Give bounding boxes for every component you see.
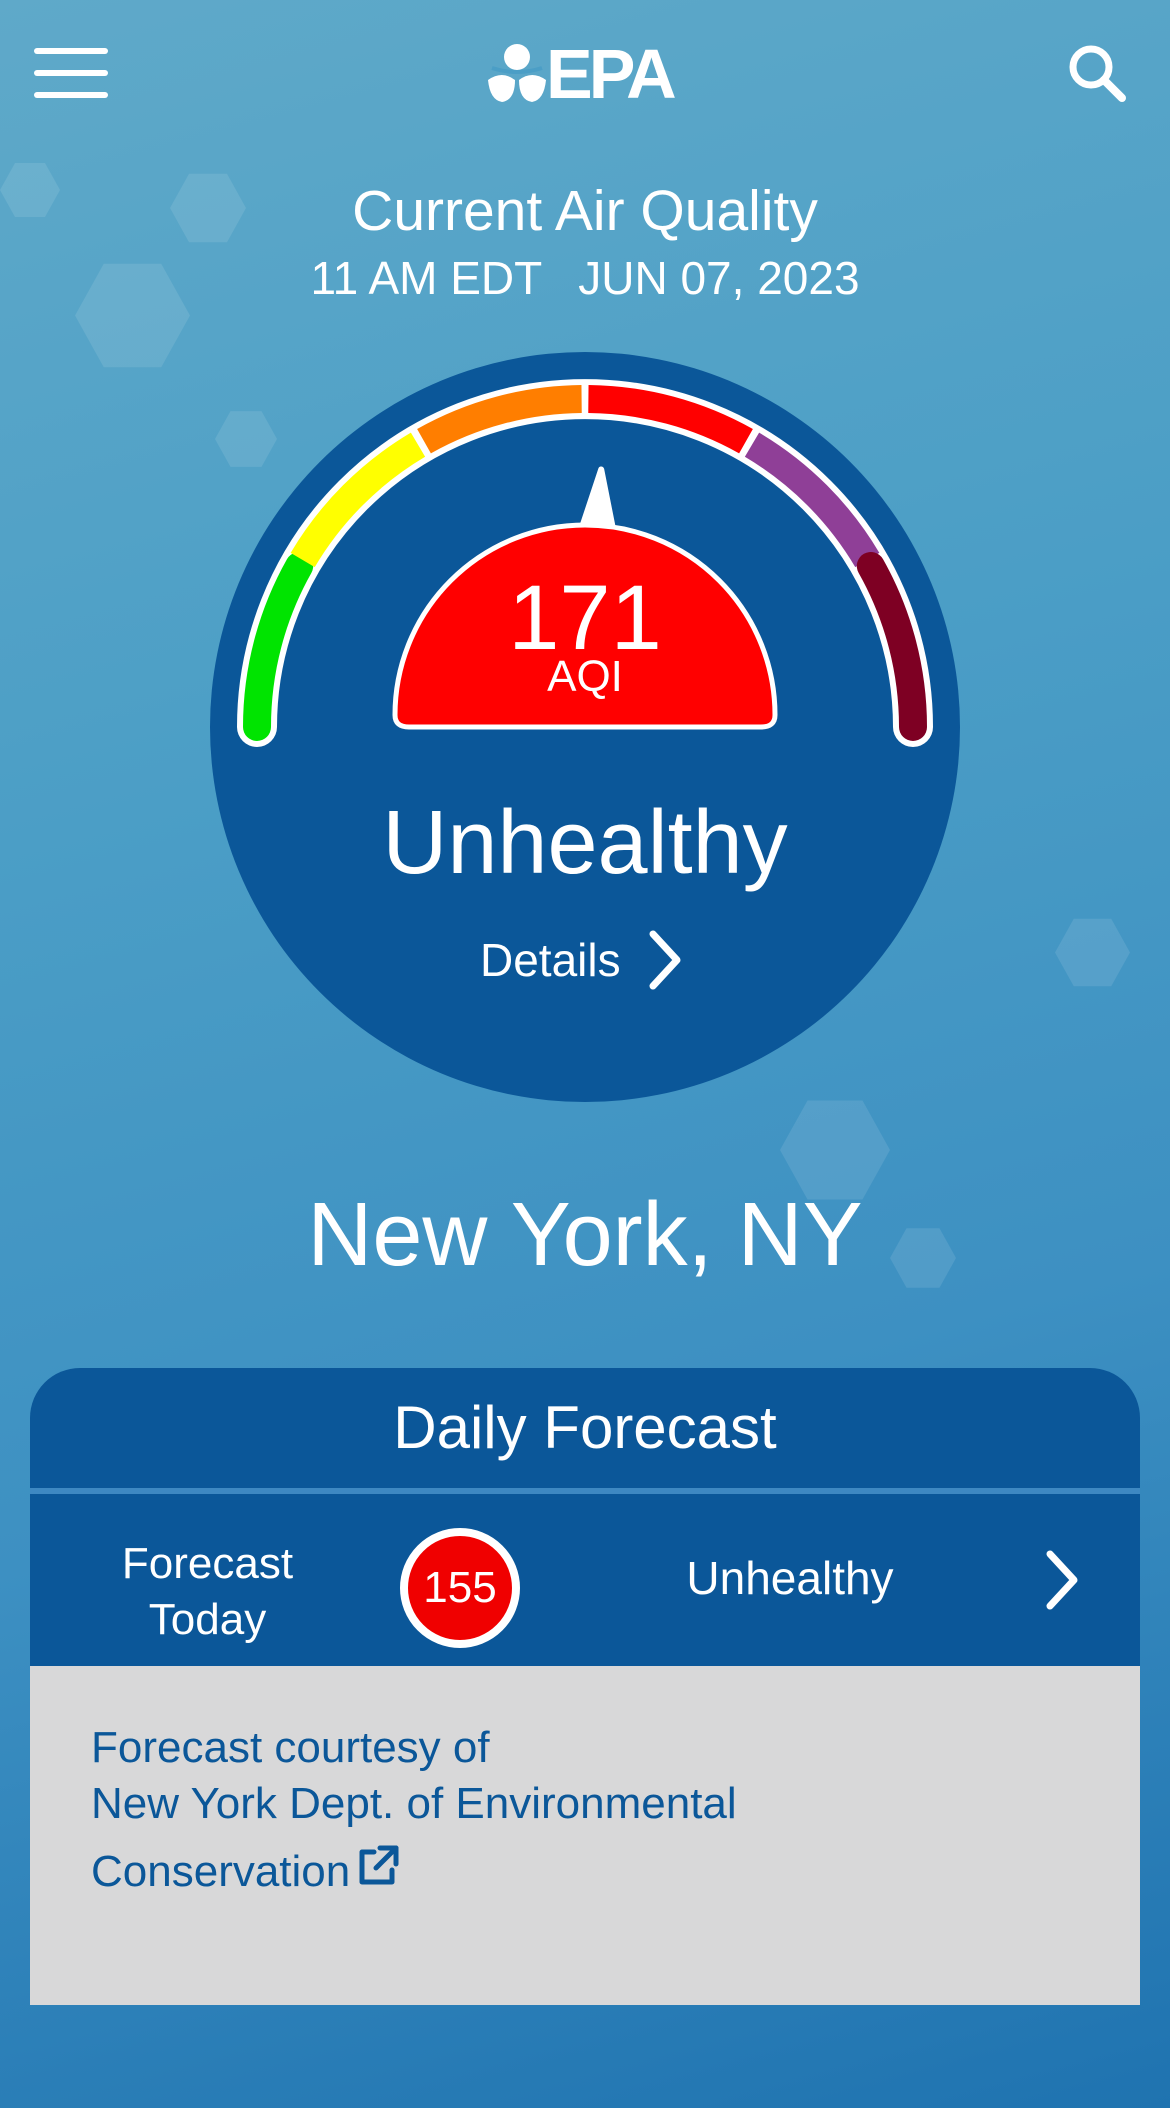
nysdec-link[interactable]: Conservation	[91, 1845, 402, 1896]
aqi-category: Unhealthy	[382, 793, 788, 893]
location-name: New York, NY	[307, 1185, 863, 1285]
details-button[interactable]: Details	[470, 926, 700, 996]
courtesy-line2: New York Dept. of Environmental	[91, 1779, 737, 1828]
courtesy-link-row: Conservation	[91, 1842, 991, 1900]
forecast-category: Unhealthy	[686, 1552, 894, 1604]
chevron-right-icon	[649, 930, 681, 990]
forecast-day-label: Forecast Today	[90, 1536, 325, 1648]
forecast-aqi-value: 155	[423, 1563, 497, 1612]
courtesy-text: Forecast courtesy of New York Dept. of E…	[91, 1720, 991, 1900]
external-link-icon	[359, 1845, 399, 1885]
chevron-right-icon	[1046, 1550, 1078, 1610]
gauge-segment-hazardous	[856, 552, 927, 741]
forecast-courtesy: Forecast courtesy of New York Dept. of E…	[30, 1666, 1140, 2005]
forecast-label-line2: Today	[148, 1595, 267, 1644]
forecast-aqi-badge: 155	[400, 1528, 520, 1648]
daily-forecast-title: Daily Forecast	[393, 1394, 777, 1461]
details-label: Details	[480, 934, 621, 986]
forecast-label-line1: Forecast	[121, 1539, 294, 1588]
courtesy-line1: Forecast courtesy of	[91, 1723, 490, 1772]
courtesy-line3: Conservation	[91, 1847, 351, 1896]
daily-forecast-card: Daily Forecast Forecast Today 155 Unheal…	[30, 1368, 1140, 2005]
gauge-segment-good	[243, 552, 314, 741]
forecast-today-row[interactable]: Forecast Today 155 Unhealthy	[30, 1494, 1140, 1666]
daily-forecast-header: Daily Forecast	[30, 1368, 1140, 1488]
aqi-unit-label: AQI	[547, 652, 623, 701]
